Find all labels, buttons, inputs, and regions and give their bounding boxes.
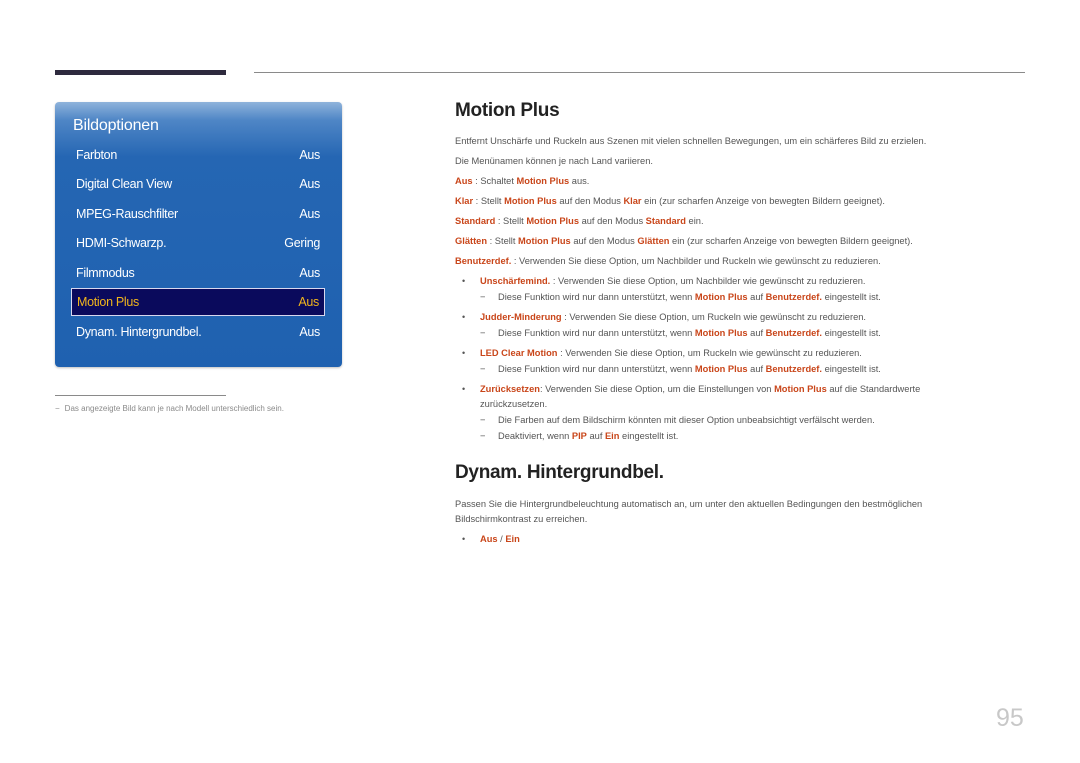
motion-plus-intro: Entfernt Unschärfe und Ruckeln aus Szene… bbox=[455, 136, 927, 146]
reset-note-colors: Die Farben auf dem Bildschirm könnten mi… bbox=[498, 415, 875, 425]
bullet-icon: • bbox=[462, 312, 466, 322]
menu-item-mpeg-rauschfilter[interactable]: MPEG-Rauschfilter Aus bbox=[71, 201, 325, 227]
dash-icon: − bbox=[480, 328, 486, 338]
support-note: Diese Funktion wird nur dann unterstützt… bbox=[498, 328, 881, 338]
menu-item-value: Gering bbox=[284, 236, 320, 250]
menu-item-digital-clean-view[interactable]: Digital Clean View Aus bbox=[71, 171, 325, 197]
bullet-zuruecksetzen: Zurücksetzen: Verwenden Sie diese Option… bbox=[480, 384, 921, 409]
dash-icon: − bbox=[480, 431, 486, 441]
menu-item-value: Aus bbox=[299, 177, 320, 191]
menu-item-farbton[interactable]: Farbton Aus bbox=[71, 142, 325, 168]
section-heading-motion-plus: Motion Plus bbox=[455, 100, 560, 121]
menu-title: Bildoptionen bbox=[73, 117, 159, 134]
footnote: − Das angezeigte Bild kann je nach Modell… bbox=[55, 404, 284, 413]
picture-options-menu: Bildoptionen Farbton Aus Digital Clean V… bbox=[55, 102, 342, 367]
bullet-icon: • bbox=[462, 348, 466, 358]
option-glaetten: Glätten : Stellt Motion Plus auf den Mod… bbox=[455, 236, 913, 246]
menu-item-label: Digital Clean View bbox=[76, 177, 172, 191]
menu-item-label: Filmmodus bbox=[76, 266, 135, 280]
header-rule bbox=[254, 72, 1025, 73]
section-heading-dynam-hintergrundbel: Dynam. Hintergrundbel. bbox=[455, 462, 664, 483]
support-note: Diese Funktion wird nur dann unterstützt… bbox=[498, 364, 881, 374]
bullet-led-clear-motion: LED Clear Motion : Verwenden Sie diese O… bbox=[480, 348, 862, 358]
bullet-judder-minderung: Judder-Minderung : Verwenden Sie diese O… bbox=[480, 312, 866, 322]
reset-note-pip: Deaktiviert, wenn PIP auf Ein eingestell… bbox=[498, 431, 679, 441]
menu-item-label: MPEG-Rauschfilter bbox=[76, 207, 178, 221]
menu-item-value: Aus bbox=[298, 295, 319, 309]
menu-item-label: Motion Plus bbox=[77, 295, 140, 309]
bullet-icon: • bbox=[462, 276, 466, 286]
bullet-unschaerfemind: Unschärfemind. : Verwenden Sie diese Opt… bbox=[480, 276, 866, 286]
menu-item-value: Aus bbox=[299, 325, 320, 339]
option-aus: Aus : Schaltet Motion Plus aus. bbox=[455, 176, 590, 186]
option-benutzerdef: Benutzerdef. : Verwenden Sie diese Optio… bbox=[455, 256, 881, 266]
menu-item-label: Farbton bbox=[76, 148, 117, 162]
dash-icon: − bbox=[55, 404, 60, 413]
menu-item-value: Aus bbox=[299, 266, 320, 280]
header-accent-bar bbox=[55, 70, 226, 75]
menu-item-label: Dynam. Hintergrundbel. bbox=[76, 325, 202, 339]
menu-item-value: Aus bbox=[299, 148, 320, 162]
menu-item-dynam-hintergrundbel[interactable]: Dynam. Hintergrundbel. Aus bbox=[71, 319, 325, 345]
menu-item-hdmi-schwarzp[interactable]: HDMI-Schwarzp. Gering bbox=[71, 230, 325, 256]
bullet-icon: • bbox=[462, 534, 466, 544]
support-note: Diese Funktion wird nur dann unterstützt… bbox=[498, 292, 881, 302]
footnote-rule bbox=[55, 395, 226, 396]
bullet-icon: • bbox=[462, 384, 466, 394]
option-klar: Klar : Stellt Motion Plus auf den Modus … bbox=[455, 196, 885, 206]
dynam-description: Passen Sie die Hintergrundbeleuchtung au… bbox=[455, 499, 923, 524]
motion-plus-note: Die Menünamen können je nach Land variie… bbox=[455, 156, 653, 166]
dash-icon: − bbox=[480, 292, 486, 302]
footnote-text: Das angezeigte Bild kann je nach Modell … bbox=[64, 404, 284, 413]
menu-item-filmmodus[interactable]: Filmmodus Aus bbox=[71, 260, 325, 286]
menu-item-value: Aus bbox=[299, 207, 320, 221]
dash-icon: − bbox=[480, 364, 486, 374]
menu-item-label: HDMI-Schwarzp. bbox=[76, 236, 167, 250]
page-number: 95 bbox=[996, 704, 1024, 732]
menu-item-motion-plus[interactable]: Motion Plus Aus bbox=[71, 288, 325, 316]
option-standard: Standard : Stellt Motion Plus auf den Mo… bbox=[455, 216, 704, 226]
dash-icon: − bbox=[480, 415, 486, 425]
dynam-options: Aus / Ein bbox=[480, 534, 520, 544]
